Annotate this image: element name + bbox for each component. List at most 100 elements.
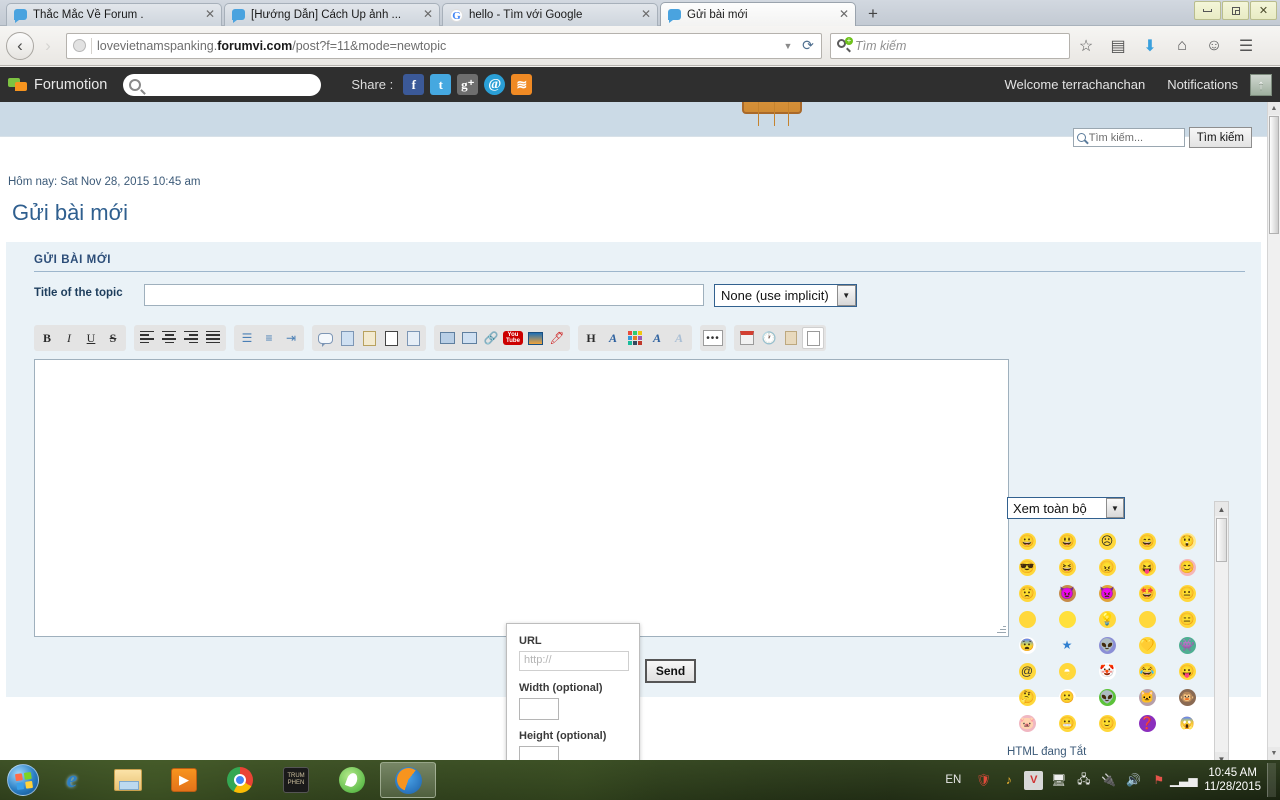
remove-format-button[interactable]: A bbox=[668, 327, 690, 349]
page-scrollbar[interactable]: ▲ ▼ bbox=[1267, 102, 1280, 760]
smilie-smile[interactable]: 😃 bbox=[1058, 533, 1076, 550]
textarea-resize-grip[interactable] bbox=[995, 623, 1007, 635]
facebook-icon[interactable]: f bbox=[403, 74, 425, 95]
chevron-down-icon[interactable]: ▼ bbox=[836, 285, 856, 306]
chevron-down-icon[interactable]: ▼ bbox=[1106, 498, 1124, 518]
browser-search-box[interactable]: + Tìm kiếm bbox=[830, 32, 1070, 59]
chevron-down-icon[interactable]: ▼ bbox=[779, 41, 797, 51]
forum-search-button[interactable]: Tìm kiếm bbox=[1188, 127, 1252, 148]
browser-tab-3[interactable]: G hello - Tìm với Google ✕ bbox=[442, 3, 658, 26]
insert-image-url-button[interactable] bbox=[458, 327, 480, 349]
notifications-link[interactable]: Notifications bbox=[1167, 77, 1238, 92]
avast-icon[interactable]: V bbox=[1024, 770, 1044, 790]
tab-close-button[interactable]: ✕ bbox=[203, 8, 217, 22]
smilie-happy[interactable]: 😄 bbox=[1138, 533, 1156, 550]
hide-button[interactable] bbox=[380, 327, 402, 349]
more-options-button[interactable]: ••• bbox=[702, 327, 724, 349]
underline-button[interactable]: U bbox=[80, 327, 102, 349]
smilie-lol[interactable]: 😂 bbox=[1138, 663, 1156, 680]
smilie-blank[interactable] bbox=[1018, 611, 1036, 628]
forward-button[interactable]: › bbox=[34, 32, 62, 60]
smilie-smile2[interactable]: 🙂 bbox=[1098, 715, 1116, 732]
windows-start-orb[interactable] bbox=[2, 762, 44, 798]
smilie-devil-purple[interactable]: 😈 bbox=[1058, 585, 1076, 602]
smilie-monkey[interactable]: 🐵 bbox=[1178, 689, 1196, 706]
language-indicator[interactable]: EN bbox=[945, 774, 961, 786]
code-button[interactable] bbox=[336, 327, 358, 349]
sync-chat-icon[interactable]: ☺ bbox=[1198, 31, 1230, 61]
menu-icon[interactable]: ☰ bbox=[1230, 31, 1262, 61]
smilie-alien-blue[interactable]: 👽 bbox=[1098, 637, 1116, 654]
smilie-alien-green[interactable]: 👽 bbox=[1098, 689, 1116, 706]
quote-button[interactable] bbox=[314, 327, 336, 349]
smilie-cat[interactable]: 🐱 bbox=[1138, 689, 1156, 706]
action-center-icon[interactable]: ⚑ bbox=[1149, 771, 1168, 790]
scroll-down-arrow-icon[interactable]: ▼ bbox=[1215, 752, 1228, 760]
forumotion-logo-text[interactable]: Forumotion bbox=[34, 77, 107, 93]
network-monitor-icon[interactable]: 🖧 bbox=[1074, 771, 1093, 790]
smilie-blush[interactable]: 😊 bbox=[1178, 559, 1196, 576]
email-icon[interactable]: @ bbox=[484, 74, 506, 95]
twitter-icon[interactable]: t bbox=[430, 74, 452, 95]
smilie-idea[interactable]: 💡 bbox=[1098, 611, 1116, 628]
smilie-what[interactable]: ❓ bbox=[1138, 715, 1156, 732]
media-player-icon[interactable]: ▶ bbox=[156, 762, 212, 798]
downloads-icon[interactable]: ⬇ bbox=[1134, 31, 1166, 61]
flash-button[interactable]: 🖊 bbox=[546, 327, 568, 349]
italic-button[interactable]: I bbox=[58, 327, 80, 349]
table-button[interactable] bbox=[402, 327, 424, 349]
strikethrough-button[interactable]: S bbox=[102, 327, 124, 349]
smilie-cool[interactable]: 😎 bbox=[1018, 559, 1036, 576]
smilie-monster-green[interactable]: 👾 bbox=[1178, 637, 1196, 654]
smilie-starry-eyes[interactable]: 🤩 bbox=[1138, 585, 1156, 602]
topic-type-select[interactable]: None (use implicit) ▼ bbox=[714, 284, 857, 307]
close-button[interactable]: ✕ bbox=[1250, 1, 1277, 20]
toggle-source-button[interactable] bbox=[802, 327, 824, 349]
image-url-input[interactable]: http:// bbox=[519, 651, 629, 671]
numbered-list-button[interactable]: ≡ bbox=[258, 327, 280, 349]
scroll-up-arrow-icon[interactable]: ▲ bbox=[1215, 502, 1228, 516]
volume-icon[interactable]: 🔊 bbox=[1124, 771, 1143, 790]
taskbar-clock[interactable]: 10:45 AM 11/28/2015 bbox=[1204, 766, 1261, 794]
paste-button[interactable] bbox=[780, 327, 802, 349]
indent-button[interactable]: ⇥ bbox=[280, 327, 302, 349]
new-tab-button[interactable]: + bbox=[862, 4, 884, 24]
smilie-frown-white[interactable]: 🙁 bbox=[1058, 689, 1076, 706]
security-shield-icon[interactable]: 🛡 bbox=[974, 771, 993, 790]
smilie-pig[interactable]: 🐷 bbox=[1018, 715, 1036, 732]
align-left-button[interactable] bbox=[136, 327, 158, 349]
smilie-shock[interactable]: 😱 bbox=[1178, 715, 1196, 732]
smilie-worried[interactable]: 😟 bbox=[1018, 585, 1036, 602]
smilie-laugh[interactable]: 😆 bbox=[1058, 559, 1076, 576]
music-note-icon[interactable]: ♪ bbox=[999, 771, 1018, 790]
bullet-list-button[interactable]: ☰ bbox=[236, 327, 258, 349]
font-family-button[interactable]: A bbox=[646, 327, 668, 349]
game-app-icon[interactable]: TRUM PHEN bbox=[268, 762, 324, 798]
maximize-button[interactable] bbox=[1222, 1, 1249, 20]
image-height-input[interactable] bbox=[519, 746, 559, 760]
smilie-grin2[interactable]: 😬 bbox=[1058, 715, 1076, 732]
smilie-star[interactable]: ★ bbox=[1059, 637, 1076, 654]
smilie-affraid[interactable]: 😨 bbox=[1018, 637, 1036, 654]
smilie-sad[interactable]: ☹ bbox=[1098, 533, 1116, 550]
insert-time-button[interactable]: 🕐 bbox=[758, 327, 780, 349]
insert-image-from-pc-button[interactable] bbox=[436, 327, 458, 349]
smilie-clown[interactable]: 🤡 bbox=[1098, 663, 1116, 680]
reading-list-icon[interactable]: ▤ bbox=[1102, 31, 1134, 61]
image-width-input[interactable] bbox=[519, 698, 559, 720]
reload-icon[interactable]: ⟳ bbox=[797, 37, 819, 54]
windows-explorer-icon[interactable] bbox=[100, 762, 156, 798]
font-color-button[interactable] bbox=[624, 327, 646, 349]
browser-tab-2[interactable]: [Hướng Dẫn] Cách Up ảnh ... ✕ bbox=[224, 3, 440, 26]
back-button[interactable]: ‹ bbox=[6, 31, 34, 60]
bookmark-star-icon[interactable]: ☆ bbox=[1070, 31, 1102, 61]
smilie-devil-red[interactable]: 👿 bbox=[1098, 585, 1116, 602]
site-identity-icon[interactable] bbox=[69, 36, 89, 56]
forum-search-input[interactable]: Tìm kiếm... bbox=[1072, 128, 1185, 147]
spoiler-button[interactable] bbox=[358, 327, 380, 349]
post-body-textarea[interactable] bbox=[34, 359, 1009, 637]
insert-link-button[interactable]: 🔗 bbox=[480, 327, 502, 349]
smilies-scrollbar[interactable]: ▲ ▼ bbox=[1214, 501, 1229, 760]
display-icon[interactable]: 🖥 bbox=[1049, 771, 1068, 790]
smilie-blank3[interactable] bbox=[1138, 611, 1156, 628]
